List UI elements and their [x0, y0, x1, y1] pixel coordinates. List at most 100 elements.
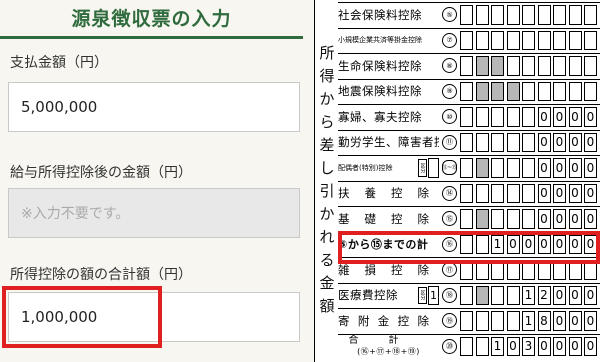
row-number-text: ⑤ — [442, 7, 457, 23]
input-panel: 源泉徴収票の入力 支払金額（円） 5,000,000 給与所得控除後の金額（円）… — [0, 0, 303, 362]
row-number-text: ⑲ — [442, 313, 457, 329]
digit-cell: 1 — [491, 336, 504, 356]
row-sublabel-text: (⑯+⑰+⑱+⑲) — [357, 347, 420, 357]
digit-cell — [460, 336, 473, 356]
income-after-deduction-input: ※入力不要です。 — [8, 188, 300, 238]
digit-cell: 0 — [553, 285, 566, 305]
digit-cell: 2 — [537, 285, 551, 305]
digit-cell — [475, 158, 489, 178]
digit-cell — [491, 209, 504, 229]
vertical-heading-char: 金 — [319, 274, 335, 292]
row-number: ⑫~⑬ — [441, 155, 458, 181]
digit-cell — [506, 30, 520, 50]
digit-cell — [506, 311, 520, 331]
digit-cell — [506, 209, 520, 229]
vertical-heading-char: 額 — [319, 297, 335, 315]
payment-amount-input[interactable]: 5,000,000 — [8, 82, 300, 132]
row-label-text: 生命保険料控除 — [338, 58, 422, 73]
row-number: ⑧ — [441, 53, 458, 79]
digit-cell — [460, 183, 473, 203]
digit-cell — [584, 81, 597, 101]
digit-cell: 0 — [537, 158, 551, 178]
digit-cell: 0 — [568, 285, 582, 305]
digit-cell — [568, 81, 582, 101]
vertical-heading-char: か — [319, 205, 335, 223]
row-label: 基礎控除 — [338, 206, 439, 232]
digit-cell — [537, 56, 551, 76]
category-box[interactable]: 1 — [428, 285, 439, 305]
row-number-text: ⑱ — [442, 287, 457, 303]
row-number: ⑭ — [441, 181, 458, 207]
row-label: 配偶者(特別)控除 — [338, 155, 416, 181]
digit-cell — [460, 56, 473, 76]
row-label-text: 合計 — [348, 335, 429, 347]
row-label-char: 除 — [417, 262, 435, 277]
vertical-heading-char: し — [319, 159, 335, 177]
digit-cell: 0 — [568, 336, 582, 356]
digit-cell: 0 — [584, 209, 597, 229]
row-label: 合計 (⑯+⑰+⑱+⑲) — [338, 334, 439, 360]
digit-cell: 1 — [522, 285, 535, 305]
digit-cell — [460, 5, 473, 25]
row-label-char: 養 — [364, 186, 382, 201]
row-label-char: 附 — [357, 313, 376, 328]
digit-cell — [475, 30, 489, 50]
digit-cell — [491, 285, 504, 305]
digit-cell — [522, 183, 535, 203]
row-label-char: 除 — [417, 186, 435, 201]
digit-cell — [460, 107, 473, 127]
digit-cell — [460, 311, 473, 331]
digit-cell — [506, 132, 520, 152]
row-label-char: 基 — [338, 211, 356, 226]
deduction-total-highlight — [2, 286, 162, 348]
row-label-char: 金 — [377, 313, 396, 328]
digit-cell — [537, 5, 551, 25]
row-label-text: 勤労学生、障害者控除 — [338, 135, 439, 150]
row-label-char: 礎 — [364, 211, 382, 226]
digit-cell — [475, 107, 489, 127]
row-number-text: ⑰ — [442, 262, 457, 278]
digit-cell — [475, 56, 489, 76]
row-number-text: ⑪ — [442, 134, 457, 150]
row-number-text: ⑦ — [442, 32, 457, 48]
digit-cell — [491, 30, 504, 50]
digit-cell: 0 — [553, 132, 566, 152]
row-label-char: 控 — [391, 211, 409, 226]
row-number: ⑳ — [441, 334, 458, 360]
digit-cell — [522, 81, 535, 101]
digit-cell: 0 — [553, 107, 566, 127]
row-number: ⑪ — [441, 130, 458, 156]
vertical-heading-char: 得 — [319, 67, 335, 85]
digit-cell: 0 — [568, 209, 582, 229]
digit-cell — [491, 132, 504, 152]
category-label: 区分 — [418, 159, 427, 177]
digit-cell — [506, 158, 520, 178]
digit-cell — [568, 56, 582, 76]
digit-cell — [475, 336, 489, 356]
category-box[interactable] — [428, 158, 439, 178]
row-label-text: 小規模企業共済等掛金控除 — [338, 36, 422, 45]
digit-cell: 0 — [553, 209, 566, 229]
row-label: 医療費控除 — [338, 283, 410, 309]
digit-cell — [506, 5, 520, 25]
row-label: 小規模企業共済等掛金控除 — [338, 28, 439, 54]
digit-cell — [537, 81, 551, 101]
digit-cell — [506, 183, 520, 203]
row-number: ⑦ — [441, 28, 458, 54]
digit-cell — [491, 158, 504, 178]
row-label-text: 寡婦、寡夫控除 — [338, 109, 422, 124]
row-label-text: 医療費控除 — [338, 288, 398, 303]
vertical-heading-char: 差 — [319, 136, 335, 154]
digit-cell: 0 — [584, 311, 597, 331]
row-label: 社会保険料控除 — [338, 2, 439, 28]
row-label-char: 損 — [364, 262, 382, 277]
row-label-char: 除 — [417, 313, 435, 328]
digit-cell: 0 — [506, 336, 520, 356]
digit-cell — [522, 56, 535, 76]
row-number: ⑱ — [441, 283, 458, 309]
digit-cell — [491, 81, 504, 101]
digit-cell — [522, 209, 535, 229]
row-number-text: ⑧ — [442, 58, 457, 74]
digit-cell — [460, 158, 473, 178]
digit-cell — [553, 81, 566, 101]
